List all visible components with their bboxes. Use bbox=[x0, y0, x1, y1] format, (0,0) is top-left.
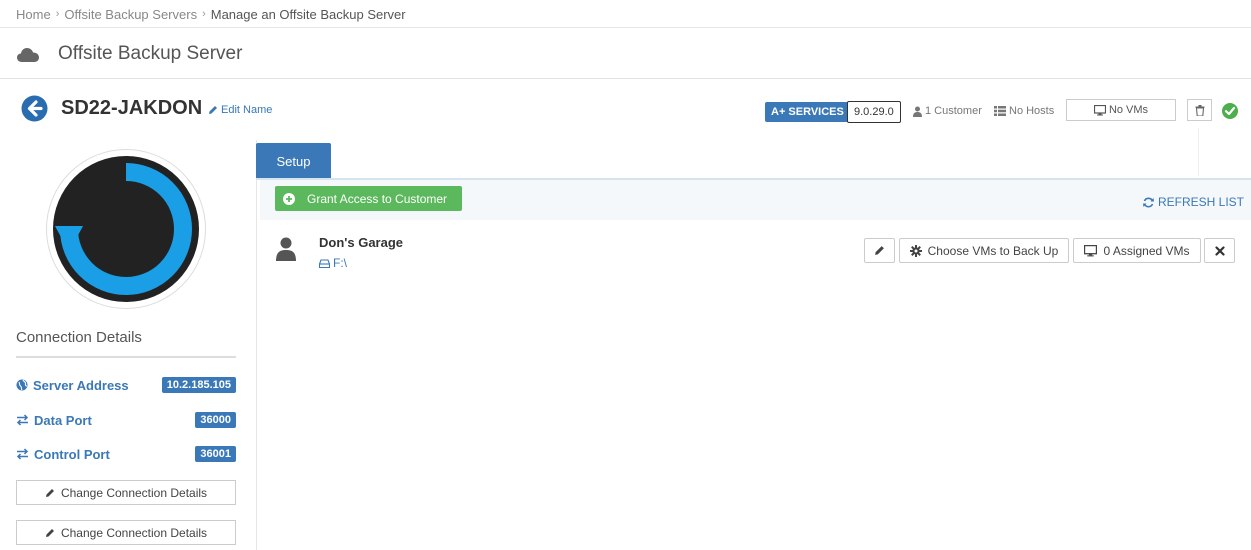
edit-name-label: Edit Name bbox=[221, 104, 273, 116]
change-connection-label: Change Connection Details bbox=[60, 485, 208, 500]
delete-server-button[interactable] bbox=[1187, 99, 1212, 121]
divider bbox=[16, 356, 236, 358]
page-header: Offsite Backup Server bbox=[16, 36, 242, 72]
exchange-icon bbox=[16, 448, 29, 460]
server-address-row: Server Address 10.2.185.105 bbox=[16, 375, 236, 395]
server-address-value: 10.2.185.105 bbox=[161, 377, 236, 393]
refresh-list-label: REFRESH LIST bbox=[1158, 195, 1245, 209]
user-icon bbox=[913, 106, 922, 117]
data-port-value: 36000 bbox=[195, 412, 236, 428]
divider bbox=[0, 27, 1251, 28]
server-address-label: Server Address bbox=[16, 378, 129, 393]
remove-customer-button[interactable] bbox=[1204, 238, 1235, 263]
server-name: SD22-JAKDON bbox=[61, 97, 203, 119]
cloud-icon bbox=[17, 48, 39, 62]
breadcrumb-separator: › bbox=[202, 8, 206, 20]
customer-name[interactable]: Don's Garage bbox=[319, 235, 403, 250]
pencil-icon bbox=[45, 488, 54, 497]
back-arrow-icon[interactable] bbox=[21, 95, 48, 122]
breadcrumb-current: Manage an Offsite Backup Server bbox=[210, 6, 406, 22]
customer-count: 1 Customer bbox=[913, 105, 982, 117]
gear-icon bbox=[909, 244, 922, 257]
vms-button[interactable]: No VMs bbox=[1066, 99, 1176, 121]
page-title: Offsite Backup Server bbox=[58, 43, 243, 64]
breadcrumb-separator: › bbox=[55, 8, 60, 20]
user-icon bbox=[276, 237, 296, 261]
assigned-vms-button[interactable]: 0 Assigned VMs bbox=[1073, 238, 1201, 263]
divider bbox=[1198, 128, 1199, 176]
pencil-icon bbox=[875, 246, 884, 255]
edit-name-link[interactable]: Edit Name bbox=[208, 104, 272, 116]
host-count: No Hosts bbox=[994, 105, 1054, 117]
monitor-icon bbox=[1093, 104, 1106, 115]
close-icon bbox=[1214, 245, 1225, 256]
connection-details-title: Connection Details bbox=[16, 329, 142, 346]
services-badge: A+ SERVICES bbox=[765, 102, 850, 122]
version-badge: 9.0.29.0 bbox=[847, 101, 901, 123]
customer-drive-label: F:\ bbox=[333, 256, 347, 270]
grant-access-button[interactable]: Grant Access to Customer bbox=[275, 186, 462, 211]
control-port-label: Control Port bbox=[16, 447, 110, 462]
customer-count-label: 1 Customer bbox=[925, 105, 982, 117]
plus-circle-icon bbox=[283, 192, 295, 205]
breadcrumb: Home › Offsite Backup Servers › Manage a… bbox=[16, 5, 406, 23]
divider bbox=[0, 78, 1251, 79]
breadcrumb-offsite-servers[interactable]: Offsite Backup Servers bbox=[64, 7, 197, 22]
edit-customer-button[interactable] bbox=[864, 238, 895, 263]
vms-button-label: No VMs bbox=[1108, 104, 1149, 116]
data-port-text: Data Port bbox=[34, 412, 92, 428]
pencil-icon bbox=[209, 106, 217, 114]
monitor-icon bbox=[1084, 244, 1098, 256]
globe-icon bbox=[16, 379, 28, 391]
refresh-icon bbox=[1143, 196, 1154, 208]
refresh-list-button[interactable]: REFRESH LIST bbox=[1143, 195, 1244, 209]
assigned-vms-label: 0 Assigned VMs bbox=[1103, 243, 1190, 258]
backup-logo-icon bbox=[53, 156, 199, 302]
breadcrumb-home[interactable]: Home bbox=[16, 7, 51, 22]
customer-drive-link[interactable]: F:\ bbox=[319, 256, 347, 270]
hard-drive-icon bbox=[319, 258, 330, 268]
choose-vms-label: Choose VMs to Back Up bbox=[927, 243, 1059, 258]
list-icon bbox=[994, 106, 1006, 116]
grant-access-label: Grant Access to Customer bbox=[307, 191, 448, 206]
data-port-row: Data Port 36000 bbox=[16, 410, 236, 430]
data-port-label: Data Port bbox=[16, 413, 92, 428]
change-connection-button[interactable]: Change Connection Details bbox=[16, 520, 236, 545]
exchange-icon bbox=[16, 414, 29, 426]
check-circle-icon bbox=[1222, 103, 1238, 119]
server-address-text: Server Address bbox=[33, 377, 129, 393]
control-port-row: Control Port 36001 bbox=[16, 444, 236, 464]
control-port-text: Control Port bbox=[34, 446, 110, 462]
host-count-label: No Hosts bbox=[1009, 105, 1055, 117]
tab-setup[interactable]: Setup bbox=[256, 143, 331, 179]
pencil-icon bbox=[45, 528, 54, 537]
control-port-value: 36001 bbox=[195, 446, 236, 462]
divider bbox=[256, 140, 257, 550]
trash-icon bbox=[1195, 104, 1204, 116]
choose-vms-button[interactable]: Choose VMs to Back Up bbox=[899, 238, 1069, 263]
change-connection-label: Change Connection Details bbox=[60, 525, 208, 540]
change-connection-button[interactable]: Change Connection Details bbox=[16, 480, 236, 505]
